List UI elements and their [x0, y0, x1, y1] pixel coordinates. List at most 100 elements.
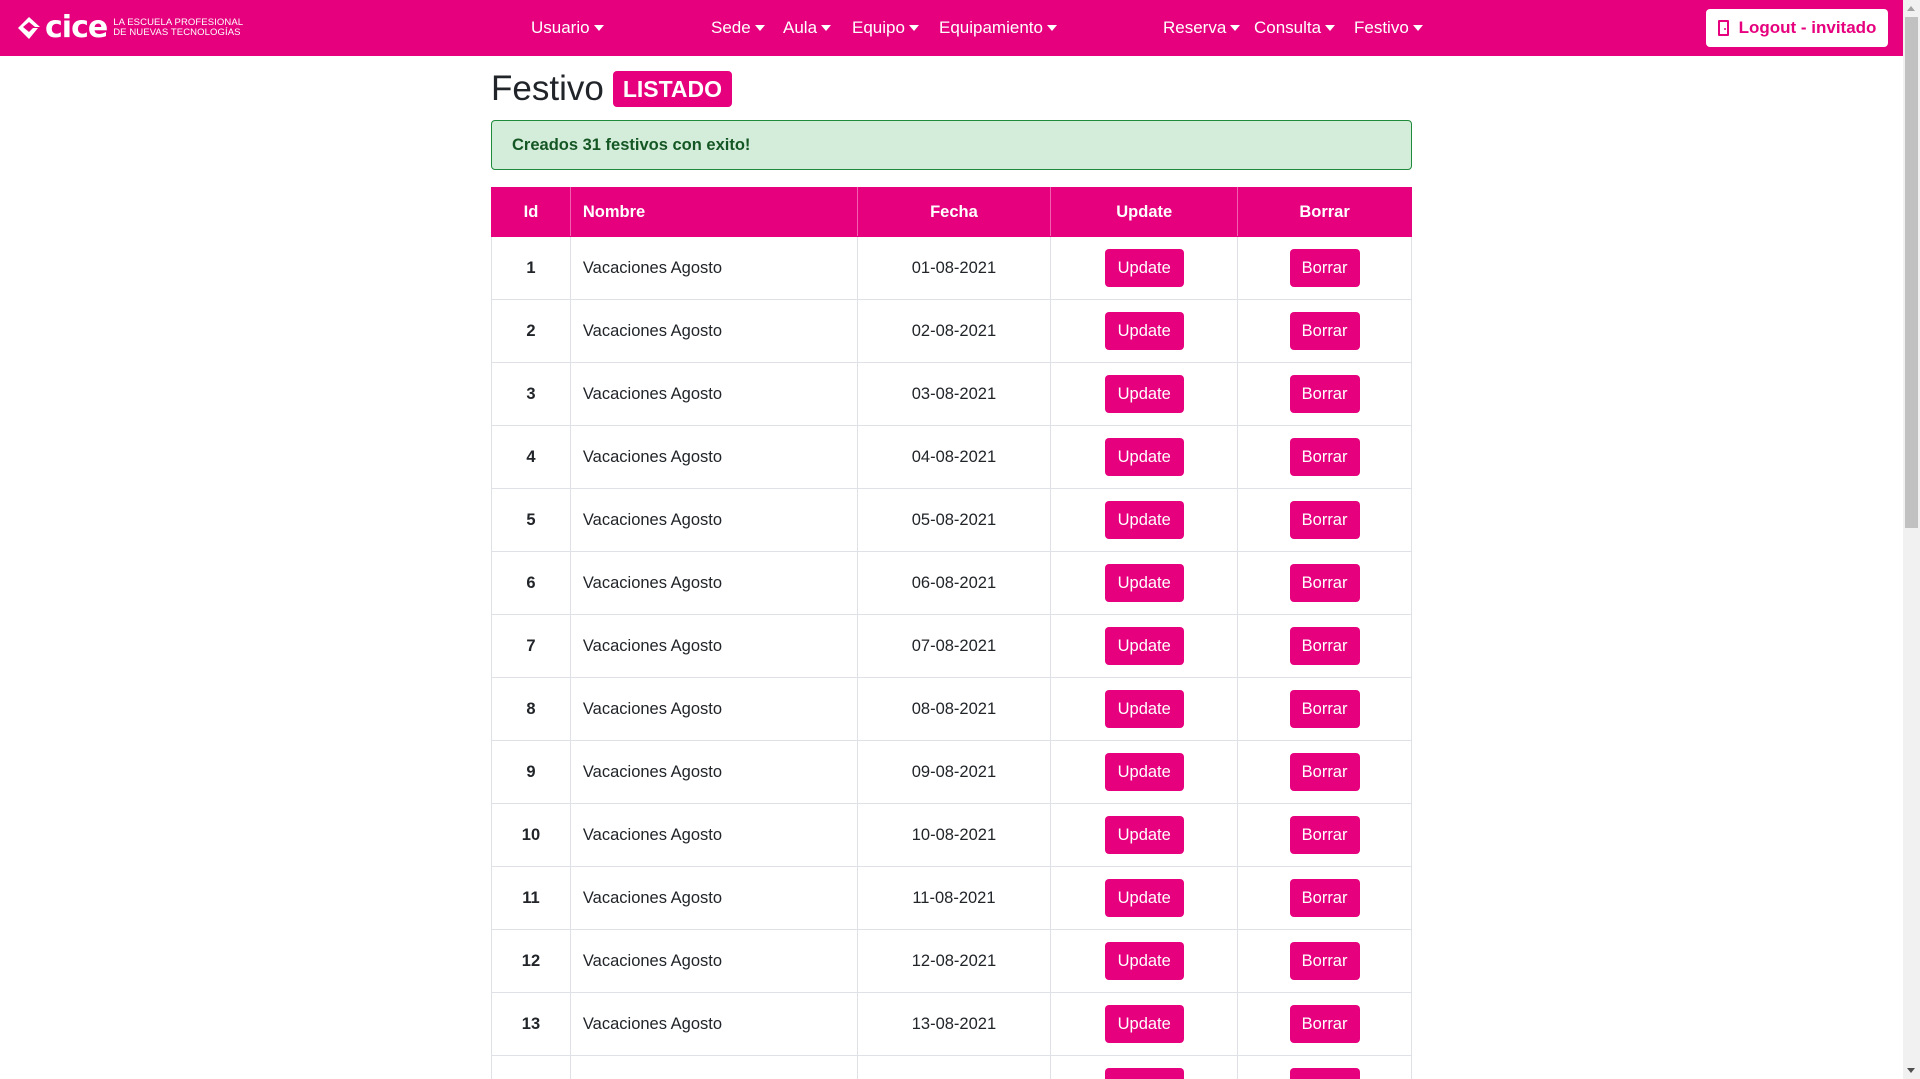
success-alert: Creados 31 festivos con exito!: [491, 120, 1412, 170]
table-row: 6 Vacaciones Agosto 06-08-2021 Update Borrar: [491, 551, 1412, 615]
update-button[interactable]: Update: [1104, 753, 1184, 791]
cell-id: 3: [491, 362, 571, 426]
cell-update: Update: [1050, 299, 1239, 363]
update-button[interactable]: Update: [1104, 312, 1184, 350]
table-row: 12 Vacaciones Agosto 12-08-2021 Update Borra…: [491, 929, 1412, 993]
caret-down-icon: [1412, 25, 1423, 31]
table-row: 3 Vacaciones Agosto 03-08-2021 Update Borrar: [491, 362, 1412, 426]
update-button[interactable]: Update: [1104, 249, 1184, 287]
update-button[interactable]: Update: [1104, 564, 1184, 602]
table-header-row: Id Nombre Fecha Update Borrar: [491, 187, 1412, 237]
cell-id: 5: [491, 488, 571, 552]
nav-festivo-dropdown[interactable]: Festivo: [1354, 0, 1423, 56]
scroll-down-arrow-icon[interactable]: [1907, 1068, 1915, 1073]
nav-consulta-label: Consulta: [1254, 18, 1322, 37]
cell-borrar: Borrar: [1237, 992, 1412, 1056]
cell-fecha: 13-08-2021: [856, 992, 1052, 1056]
borrar-button[interactable]: Borrar: [1289, 312, 1360, 350]
cell-fecha: 06-08-2021: [856, 551, 1052, 615]
nav-equipo-label: Equipo: [852, 18, 905, 37]
update-button[interactable]: Update: [1104, 375, 1184, 413]
caret-down-icon: [1046, 25, 1057, 31]
cell-nombre: [569, 1055, 858, 1079]
cell-fecha: 08-08-2021: [856, 677, 1052, 741]
cell-fecha: 12-08-2021: [856, 929, 1052, 993]
update-button[interactable]: Update: [1104, 627, 1184, 665]
table-row: 2 Vacaciones Agosto 02-08-2021 Update Borrar: [491, 299, 1412, 363]
cell-borrar: Borrar: [1237, 866, 1412, 930]
nav-aula-dropdown[interactable]: Aula: [783, 0, 832, 56]
brand-logo[interactable]: cice La escuela profesional de nuevas te…: [16, 12, 243, 44]
borrar-button[interactable]: Borrar: [1289, 753, 1360, 791]
cell-update: Update: [1050, 551, 1239, 615]
scroll-up-arrow-icon[interactable]: [1907, 6, 1915, 11]
borrar-button[interactable]: Borrar: [1289, 879, 1360, 917]
borrar-button[interactable]: Borrar: [1289, 627, 1360, 665]
borrar-button[interactable]: Borrar: [1289, 249, 1360, 287]
cell-id: 6: [491, 551, 571, 615]
nav-reserva-dropdown[interactable]: Reserva: [1163, 0, 1241, 56]
scrollbar-thumb[interactable]: [1905, 17, 1918, 528]
borrar-button[interactable]: Borrar: [1289, 564, 1360, 602]
cell-borrar: Borrar: [1237, 803, 1412, 867]
update-button[interactable]: Update: [1104, 1005, 1184, 1043]
update-button[interactable]: Update: [1104, 438, 1184, 476]
borrar-button[interactable]: Borrar: [1289, 942, 1360, 980]
update-button[interactable]: Update: [1104, 690, 1184, 728]
cell-id: 4: [491, 425, 571, 489]
door-icon: [1717, 20, 1729, 36]
cell-update: Update: [1050, 740, 1239, 804]
success-alert-text: Creados 31 festivos con exito!: [512, 135, 751, 154]
cell-fecha: 03-08-2021: [856, 362, 1052, 426]
cell-borrar: Borrar: [1237, 236, 1412, 300]
nav-equipamiento-dropdown[interactable]: Equipamiento: [939, 0, 1057, 56]
caret-down-icon: [1325, 25, 1336, 31]
nav-equipo-dropdown[interactable]: Equipo: [852, 0, 919, 56]
update-button[interactable]: Update: [1104, 816, 1184, 854]
cell-update: Update: [1050, 614, 1239, 678]
cell-nombre: Vacaciones Agosto: [569, 362, 858, 426]
cell-id: 7: [491, 614, 571, 678]
cell-fecha: 11-08-2021: [856, 866, 1052, 930]
update-button[interactable]: Update: [1104, 501, 1184, 539]
nav-equipamiento-label: Equipamiento: [939, 18, 1043, 37]
borrar-button[interactable]: Borrar: [1289, 438, 1360, 476]
update-button[interactable]: Update: [1104, 942, 1184, 980]
header-nombre: Nombre: [569, 187, 858, 237]
brand-tagline: La escuela profesional de nuevas tecnolo…: [113, 18, 243, 38]
header-update: Update: [1050, 187, 1239, 237]
cell-borrar: Borrar: [1237, 929, 1412, 993]
cell-nombre: Vacaciones Agosto: [569, 488, 858, 552]
header-borrar: Borrar: [1237, 187, 1412, 237]
borrar-button[interactable]: Borrar: [1289, 690, 1360, 728]
nav-sede-dropdown[interactable]: Sede: [711, 0, 765, 56]
cell-nombre: Vacaciones Agosto: [569, 425, 858, 489]
update-button[interactable]: Update: [1104, 1068, 1184, 1079]
nav-consulta-dropdown[interactable]: Consulta: [1254, 0, 1336, 56]
festivos-table: Id Nombre Fecha Update Borrar 1 Vacacione…: [491, 187, 1412, 1079]
nav-festivo-label: Festivo: [1354, 18, 1409, 37]
cell-nombre: Vacaciones Agosto: [569, 677, 858, 741]
cell-nombre: Vacaciones Agosto: [569, 236, 858, 300]
vertical-scrollbar[interactable]: [1903, 0, 1920, 1079]
borrar-button[interactable]: Borrar: [1289, 375, 1360, 413]
cell-fecha: 01-08-2021: [856, 236, 1052, 300]
cell-nombre: Vacaciones Agosto: [569, 929, 858, 993]
nav-usuario-dropdown[interactable]: Usuario: [531, 0, 604, 56]
borrar-button[interactable]: Borrar: [1289, 1005, 1360, 1043]
cell-borrar: Borrar: [1237, 551, 1412, 615]
borrar-button[interactable]: Borrar: [1289, 816, 1360, 854]
cell-fecha: 05-08-2021: [856, 488, 1052, 552]
cell-update: Update: [1050, 866, 1239, 930]
update-button[interactable]: Update: [1104, 879, 1184, 917]
logout-button[interactable]: Logout - invitado: [1706, 9, 1888, 47]
borrar-button[interactable]: Borrar: [1289, 1068, 1360, 1079]
cell-update: Update: [1050, 1055, 1239, 1079]
cell-update: Update: [1050, 236, 1239, 300]
cell-id: 12: [491, 929, 571, 993]
cell-update: Update: [1050, 488, 1239, 552]
cell-fecha: 07-08-2021: [856, 614, 1052, 678]
nav-usuario-label: Usuario: [531, 18, 590, 37]
cell-nombre: Vacaciones Agosto: [569, 866, 858, 930]
borrar-button[interactable]: Borrar: [1289, 501, 1360, 539]
